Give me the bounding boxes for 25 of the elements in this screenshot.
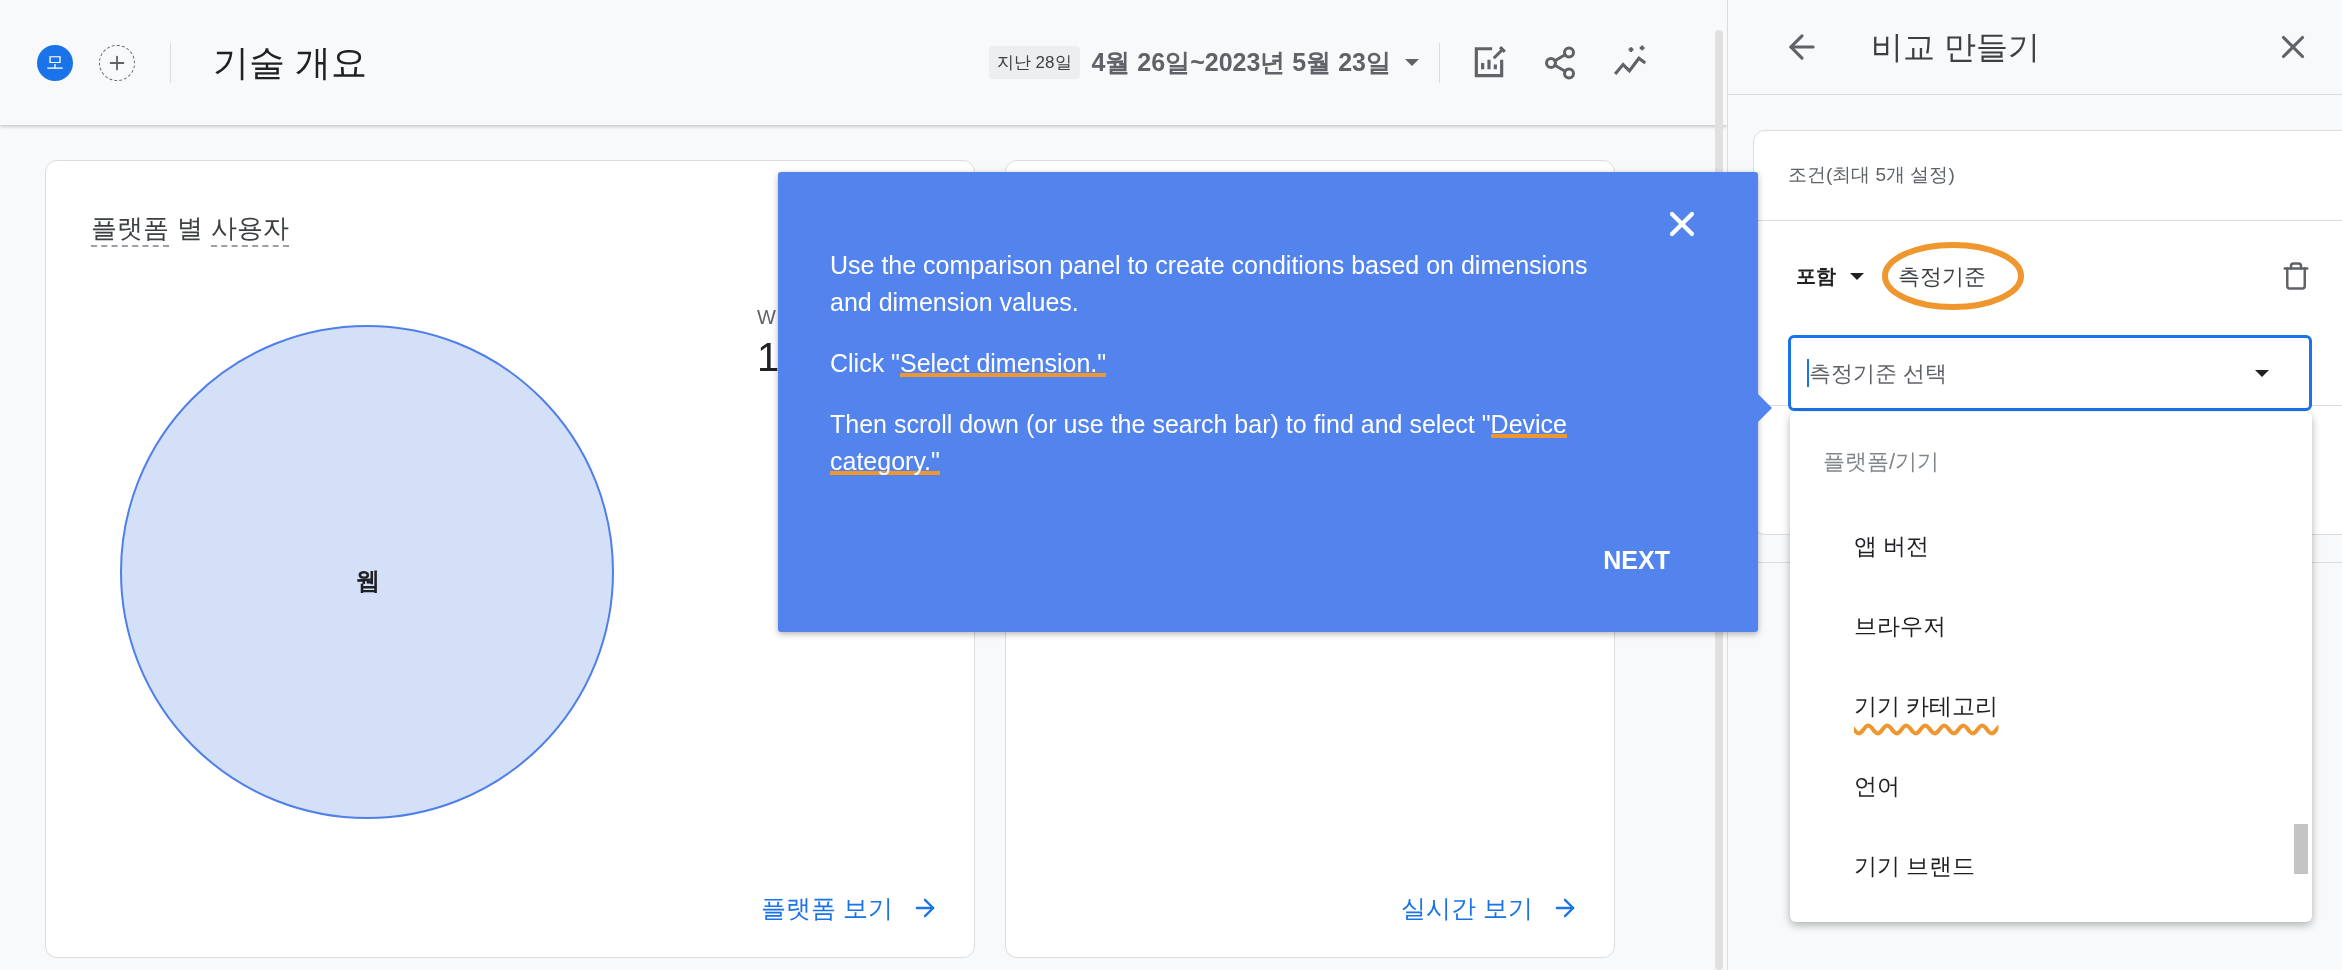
tooltip-text: Click "Select dimension." [830, 348, 1108, 379]
tooltip-text: Then scroll down (or use the search bar) to find and select "Device category." [830, 409, 1569, 477]
menu-item[interactable]: 브라우저 [1790, 586, 2312, 666]
include-dropdown[interactable]: 포함 [1796, 261, 1864, 291]
menu-item[interactable]: 기기 카테고리 [1790, 666, 2312, 746]
dimension-select[interactable]: 측정기준 선택 [1788, 335, 2312, 411]
menu-group-label: 플랫폼/기기 [1823, 448, 1941, 476]
avatar[interactable]: 모 [37, 44, 73, 81]
dimension-label: 측정기준 [1892, 253, 1992, 299]
menu-item[interactable]: 기기 브랜드 [1790, 826, 2312, 906]
legend-label: W [757, 305, 777, 330]
section-label: 조건(최대 5개 설정) [1788, 163, 1955, 188]
slice-label: 웹 [356, 566, 380, 596]
tooltip-text: Use the comparison panel to create conditions based on dimensions and dimension values. [830, 250, 1589, 318]
date-chip: 지난 28일 [988, 45, 1080, 80]
menu-item[interactable]: 언어 [1790, 746, 2312, 826]
date-range-button[interactable]: 4월 26일~2023년 5월 23일 [1091, 43, 1419, 82]
panel-title: 비교 만들기 [1871, 28, 2040, 67]
view-link[interactable]: 실시간 보기 [1401, 889, 1579, 927]
select-input[interactable]: 측정기준 선택 [1809, 356, 2255, 390]
next-button[interactable]: NEXT [1593, 534, 1680, 588]
view-link[interactable]: 플랫폼 보기 [761, 889, 939, 927]
page-title: 기술 개요 [213, 40, 367, 85]
legend-value: 1 [757, 334, 780, 381]
menu-item[interactable]: 앱 버전 [1790, 506, 2312, 586]
